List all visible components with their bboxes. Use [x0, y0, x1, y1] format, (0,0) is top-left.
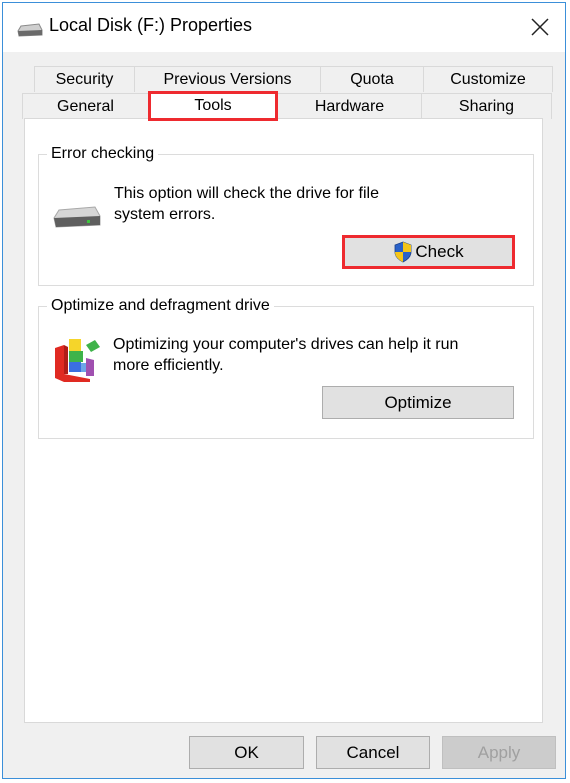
- description-line: This option will check the drive for fil…: [114, 185, 379, 202]
- title-bar: Local Disk (F:) Properties: [3, 3, 565, 52]
- error-checking-title: Error checking: [47, 144, 159, 164]
- tab-label: General: [57, 97, 114, 115]
- tools-tab-panel: Error checking This option will check th…: [24, 118, 543, 723]
- uac-shield-icon: [395, 241, 412, 263]
- error-checking-description: This option will check the drive for fil…: [114, 183, 379, 225]
- description-line: Optimizing your computer's drives can he…: [113, 336, 459, 353]
- tab-security[interactable]: Security: [34, 66, 135, 92]
- tab-label: Security: [55, 70, 114, 88]
- tab-customize[interactable]: Customize: [423, 66, 553, 92]
- optimize-title: Optimize and defragment drive: [47, 296, 274, 316]
- ok-button[interactable]: OK: [189, 736, 304, 769]
- tab-hardware[interactable]: Hardware: [277, 93, 422, 119]
- optimize-button-label: Optimize: [384, 392, 452, 412]
- tab-label: Customize: [450, 70, 526, 88]
- close-button[interactable]: [523, 11, 557, 43]
- drive-icon: [17, 23, 43, 37]
- optimize-description: Optimizing your computer's drives can he…: [113, 334, 458, 376]
- defragment-icon: [55, 339, 100, 382]
- tab-label: Sharing: [458, 97, 515, 115]
- tab-label: Quota: [350, 70, 394, 88]
- close-icon: [531, 18, 549, 36]
- tab-row-bottom: General Tools Hardware Sharing: [22, 91, 552, 121]
- properties-dialog: Local Disk (F:) Properties Security Prev…: [2, 2, 566, 779]
- tab-label: Tools: [194, 97, 232, 114]
- apply-button[interactable]: Apply: [442, 736, 556, 769]
- window-title: Local Disk (F:) Properties: [49, 15, 253, 35]
- tab-sharing[interactable]: Sharing: [421, 93, 552, 119]
- cancel-button-label: Cancel: [346, 742, 400, 762]
- tab-quota[interactable]: Quota: [320, 66, 424, 92]
- tab-label: Hardware: [314, 97, 385, 115]
- description-line: more efficiently.: [113, 357, 224, 374]
- check-button-label: Check: [415, 242, 464, 261]
- optimize-button[interactable]: Optimize: [322, 386, 514, 419]
- tab-general[interactable]: General: [22, 93, 149, 119]
- description-line: system errors.: [114, 206, 216, 223]
- tab-row-top: Security Previous Versions Quota Customi…: [34, 66, 553, 92]
- tab-previous-versions[interactable]: Previous Versions: [134, 66, 321, 92]
- tab-label: Previous Versions: [163, 70, 292, 88]
- cancel-button[interactable]: Cancel: [316, 736, 430, 769]
- hard-drive-icon: [53, 206, 101, 228]
- check-button[interactable]: Check: [342, 235, 515, 269]
- optimize-group: Optimize and defragment drive Optimizing…: [38, 296, 534, 439]
- ok-button-label: OK: [234, 742, 259, 762]
- tab-tools[interactable]: Tools: [148, 91, 278, 121]
- apply-button-label: Apply: [477, 742, 521, 762]
- error-checking-group: Error checking This option will check th…: [38, 144, 534, 286]
